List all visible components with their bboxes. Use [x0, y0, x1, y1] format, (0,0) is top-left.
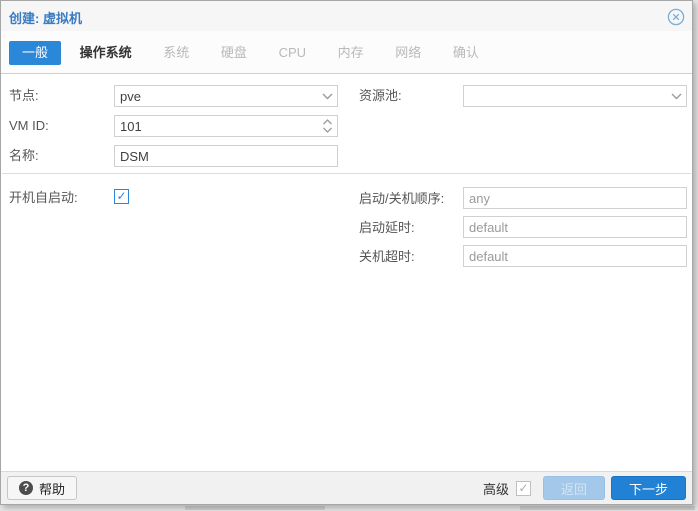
background-content-fragment: [520, 506, 695, 510]
name-field[interactable]: [114, 145, 338, 167]
dialog-footer: ? 帮助 高级 ✓ 返回 下一步: [1, 471, 692, 504]
chevron-down-icon[interactable]: [666, 86, 686, 106]
vmid-spinner[interactable]: [114, 115, 338, 137]
autostart-label: 开机自启动:: [9, 190, 78, 205]
window-header: 创建: 虚拟机: [1, 1, 692, 31]
advanced-checkbox[interactable]: ✓: [515, 480, 531, 496]
tab-os[interactable]: 操作系统: [67, 41, 145, 65]
node-label: 节点:: [9, 88, 39, 103]
shutdown-timeout-input[interactable]: [463, 245, 687, 267]
tab-system: 系统: [163, 45, 190, 60]
help-button-label: 帮助: [39, 481, 66, 497]
section-divider: [2, 173, 691, 174]
node-input[interactable]: [114, 85, 338, 107]
node-combobox[interactable]: [114, 85, 338, 107]
advanced-label: 高级: [482, 481, 509, 497]
startup-order-label: 启动/关机顺序:: [359, 191, 445, 206]
autostart-checkbox[interactable]: ✓: [114, 189, 129, 204]
shutdown-timeout-label: 关机超时:: [359, 249, 415, 264]
chevron-down-icon[interactable]: [317, 86, 337, 106]
name-input[interactable]: [114, 145, 338, 167]
create-vm-dialog: 创建: 虚拟机 一般 操作系统 系统 硬盘 CPU 内存 网络 确认 节点: p…: [0, 0, 693, 505]
tab-network: 网络: [395, 45, 422, 60]
question-icon: ?: [19, 481, 33, 495]
check-icon: ✓: [518, 480, 529, 495]
wizard-tab-bar: 一般 操作系统 系统 硬盘 CPU 内存 网络 确认: [1, 31, 692, 74]
dialog-title: 创建: 虚拟机: [9, 11, 82, 26]
background-content-fragment: [185, 506, 325, 510]
vmid-label: VM ID:: [9, 118, 49, 133]
check-icon: ✓: [116, 189, 127, 203]
startup-delay-field[interactable]: [463, 216, 687, 238]
tab-confirm: 确认: [452, 45, 479, 60]
tab-general[interactable]: 一般: [9, 41, 62, 65]
pool-input[interactable]: [463, 85, 687, 107]
general-form: 节点: 资源池: VM ID: 名称:: [1, 75, 692, 471]
vmid-input[interactable]: [114, 115, 338, 137]
tab-disks: 硬盘: [220, 45, 247, 60]
screen: { "window": { "title": "创建: 虚拟机" }, "tab…: [0, 0, 698, 511]
back-button: 返回: [542, 476, 605, 500]
shutdown-timeout-field[interactable]: [463, 245, 687, 267]
pool-combobox[interactable]: [463, 85, 687, 107]
startup-delay-label: 启动延时:: [359, 220, 415, 235]
spinner-up-down-icon[interactable]: [317, 116, 337, 136]
tab-memory: 内存: [337, 45, 364, 60]
next-button[interactable]: 下一步: [610, 476, 686, 500]
startup-order-field[interactable]: [463, 187, 687, 209]
close-icon[interactable]: [667, 8, 685, 26]
tab-cpu: CPU: [278, 45, 307, 60]
footer-actions: 高级 ✓ 返回 下一步: [483, 476, 686, 500]
startup-order-input[interactable]: [463, 187, 687, 209]
help-button[interactable]: ? 帮助: [7, 476, 78, 500]
pool-label: 资源池:: [359, 88, 402, 103]
startup-delay-input[interactable]: [463, 216, 687, 238]
name-label: 名称:: [9, 148, 39, 163]
